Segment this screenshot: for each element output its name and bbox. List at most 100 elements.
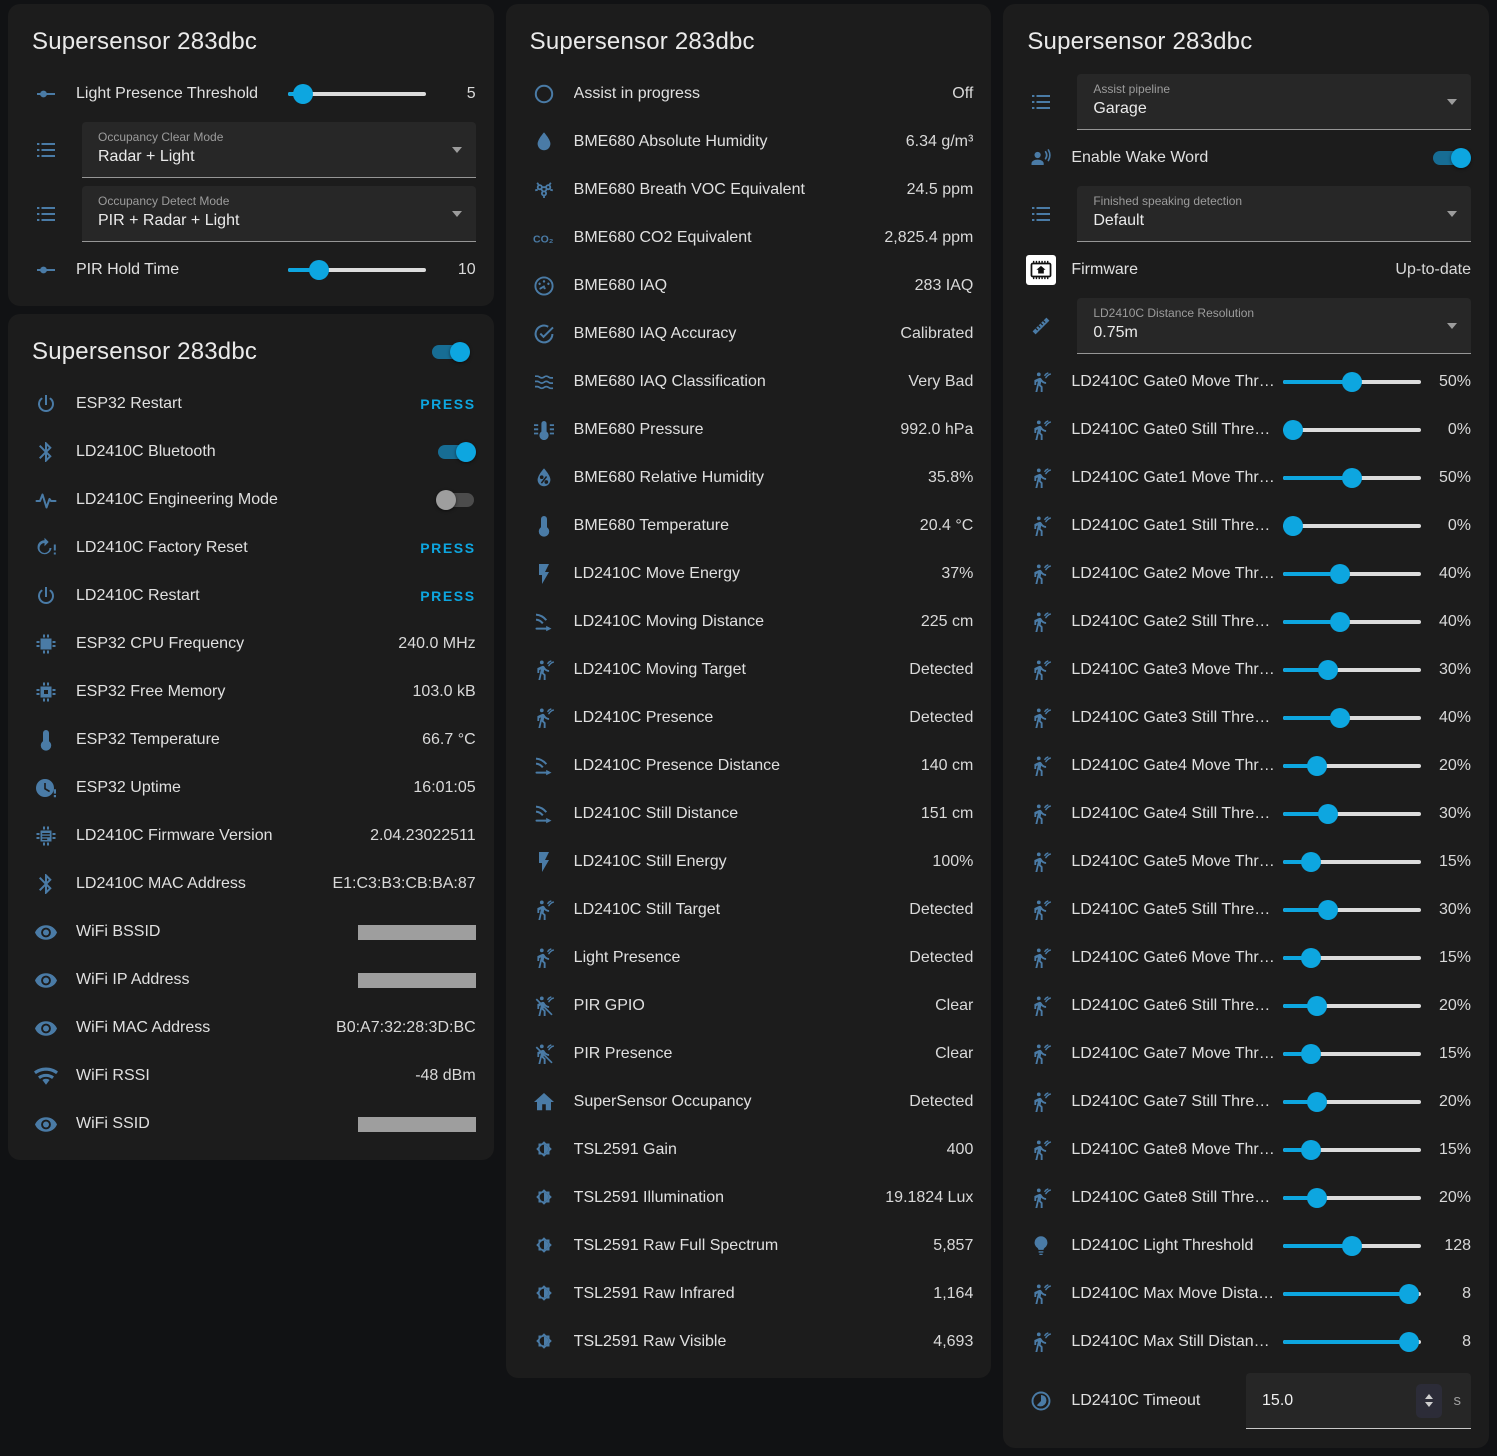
slider-knob[interactable]	[1283, 516, 1303, 536]
slider-knob[interactable]	[1330, 564, 1350, 584]
slider-ld2410c-gate2-move-thr[interactable]	[1283, 564, 1421, 584]
row-wifi-ip-address[interactable]: WiFi IP Address	[8, 956, 494, 1004]
row-ld2410c-still-distance[interactable]: LD2410C Still Distance151 cm	[506, 790, 992, 838]
press-button[interactable]: PRESS	[420, 588, 475, 604]
press-button[interactable]: PRESS	[420, 396, 475, 412]
slider-pir-hold-time[interactable]	[288, 260, 426, 280]
row-pir-presence[interactable]: PIR PresenceClear	[506, 1030, 992, 1078]
slider-ld2410c-gate5-still-thres[interactable]	[1283, 900, 1421, 920]
slider-ld2410c-light-threshold[interactable]	[1283, 1236, 1421, 1256]
row-tsl2591-raw-infrared[interactable]: TSL2591 Raw Infrared1,164	[506, 1270, 992, 1318]
slider-ld2410c-gate7-move-thr[interactable]	[1283, 1044, 1421, 1064]
row-esp32-temperature[interactable]: ESP32 Temperature66.7 °C	[8, 716, 494, 764]
row-wifi-bssid[interactable]: WiFi BSSID	[8, 908, 494, 956]
slider-ld2410c-gate5-move-thr[interactable]	[1283, 852, 1421, 872]
toggle-switch[interactable]	[436, 442, 476, 462]
press-button[interactable]: PRESS	[420, 540, 475, 556]
select-field-assist-pipeline[interactable]: Assist pipelineGarage	[1077, 74, 1471, 130]
row-bme680-iaq-classification[interactable]: BME680 IAQ ClassificationVery Bad	[506, 358, 992, 406]
row-bme680-iaq[interactable]: BME680 IAQ283 IAQ	[506, 262, 992, 310]
select-field-occupancy-detect-mode[interactable]: Occupancy Detect ModePIR + Radar + Light	[82, 186, 476, 242]
slider-ld2410c-gate0-still-thres[interactable]	[1283, 420, 1421, 440]
slider-ld2410c-gate2-still-thres[interactable]	[1283, 612, 1421, 632]
slider-ld2410c-gate6-still-thres[interactable]	[1283, 996, 1421, 1016]
row-bme680-absolute-humidity[interactable]: BME680 Absolute Humidity6.34 g/m³	[506, 118, 992, 166]
slider-knob[interactable]	[1330, 612, 1350, 632]
slider-ld2410c-gate1-still-thres[interactable]	[1283, 516, 1421, 536]
card-power-toggle[interactable]	[430, 342, 470, 362]
row-ld2410c-moving-distance[interactable]: LD2410C Moving Distance225 cm	[506, 598, 992, 646]
slider-ld2410c-gate8-move-thr[interactable]	[1283, 1140, 1421, 1160]
row-bme680-relative-humidity[interactable]: BME680 Relative Humidity35.8%	[506, 454, 992, 502]
slider-ld2410c-max-move-dista[interactable]	[1283, 1284, 1421, 1304]
slider-knob[interactable]	[1301, 1044, 1321, 1064]
slider-knob[interactable]	[1307, 1188, 1327, 1208]
slider-ld2410c-gate0-move-thr[interactable]	[1283, 372, 1421, 392]
slider-ld2410c-gate4-still-thres[interactable]	[1283, 804, 1421, 824]
row-tsl2591-raw-visible[interactable]: TSL2591 Raw Visible4,693	[506, 1318, 992, 1366]
row-tsl2591-illumination[interactable]: TSL2591 Illumination19.1824 Lux	[506, 1174, 992, 1222]
row-bme680-pressure[interactable]: BME680 Pressure992.0 hPa	[506, 406, 992, 454]
toggle-switch[interactable]	[436, 490, 476, 510]
slider-ld2410c-gate4-move-thr[interactable]	[1283, 756, 1421, 776]
slider-ld2410c-max-still-distanc[interactable]	[1283, 1332, 1421, 1352]
slider-knob[interactable]	[293, 84, 313, 104]
slider-knob[interactable]	[1318, 804, 1338, 824]
row-esp32-free-memory[interactable]: ESP32 Free Memory103.0 kB	[8, 668, 494, 716]
row-light-presence[interactable]: Light PresenceDetected	[506, 934, 992, 982]
select-field-finished-speaking-detection[interactable]: Finished speaking detectionDefault	[1077, 186, 1471, 242]
select-field-occupancy-clear-mode[interactable]: Occupancy Clear ModeRadar + Light	[82, 122, 476, 178]
row-bme680-temperature[interactable]: BME680 Temperature20.4 °C	[506, 502, 992, 550]
row-ld2410c-still-energy[interactable]: LD2410C Still Energy100%	[506, 838, 992, 886]
slider-knob[interactable]	[1330, 708, 1350, 728]
slider-knob[interactable]	[1318, 900, 1338, 920]
row-ld2410c-presence-distance[interactable]: LD2410C Presence Distance140 cm	[506, 742, 992, 790]
slider-knob[interactable]	[309, 260, 329, 280]
row-bme680-breath-voc-equivalent[interactable]: BME680 Breath VOC Equivalent24.5 ppm	[506, 166, 992, 214]
slider-knob[interactable]	[1301, 1140, 1321, 1160]
slider-ld2410c-gate3-still-thres[interactable]	[1283, 708, 1421, 728]
row-esp32-cpu-frequency[interactable]: ESP32 CPU Frequency240.0 MHz	[8, 620, 494, 668]
row-bme680-iaq-accuracy[interactable]: BME680 IAQ AccuracyCalibrated	[506, 310, 992, 358]
chevron-up-icon[interactable]	[1425, 1394, 1433, 1399]
slider-light-presence-threshold[interactable]	[288, 84, 426, 104]
row-ld2410c-still-target[interactable]: LD2410C Still TargetDetected	[506, 886, 992, 934]
slider-knob[interactable]	[1307, 1092, 1327, 1112]
slider-knob[interactable]	[1399, 1332, 1419, 1352]
slider-ld2410c-gate8-still-thres[interactable]	[1283, 1188, 1421, 1208]
slider-knob[interactable]	[1283, 420, 1303, 440]
chevron-down-icon[interactable]	[1425, 1402, 1433, 1407]
select-field-ld2410c-distance-resolution[interactable]: LD2410C Distance Resolution0.75m	[1077, 298, 1471, 354]
row-tsl2591-gain[interactable]: TSL2591 Gain400	[506, 1126, 992, 1174]
slider-knob[interactable]	[1342, 1236, 1362, 1256]
row-tsl2591-raw-full-spectrum[interactable]: TSL2591 Raw Full Spectrum5,857	[506, 1222, 992, 1270]
row-wifi-ssid[interactable]: WiFi SSID	[8, 1100, 494, 1148]
slider-knob[interactable]	[1307, 996, 1327, 1016]
slider-knob[interactable]	[1342, 372, 1362, 392]
row-ld2410c-presence[interactable]: LD2410C PresenceDetected	[506, 694, 992, 742]
toggle-switch[interactable]	[1431, 148, 1471, 168]
slider-ld2410c-gate6-move-thr[interactable]	[1283, 948, 1421, 968]
row-pir-gpio[interactable]: PIR GPIOClear	[506, 982, 992, 1030]
slider-knob[interactable]	[1301, 948, 1321, 968]
slider-knob[interactable]	[1342, 468, 1362, 488]
row-assist-in-progress[interactable]: Assist in progressOff	[506, 70, 992, 118]
row-ld2410c-mac-address[interactable]: LD2410C MAC AddressE1:C3:B3:CB:BA:87	[8, 860, 494, 908]
row-bme680-co2-equivalent[interactable]: CO₂BME680 CO2 Equivalent2,825.4 ppm	[506, 214, 992, 262]
slider-ld2410c-gate7-still-thres[interactable]	[1283, 1092, 1421, 1112]
slider-knob[interactable]	[1399, 1284, 1419, 1304]
slider-ld2410c-gate1-move-thr[interactable]	[1283, 468, 1421, 488]
slider-knob[interactable]	[1318, 660, 1338, 680]
number-input[interactable]: 15.0s	[1246, 1373, 1471, 1429]
row-esp32-uptime[interactable]: ESP32 Uptime16:01:05	[8, 764, 494, 812]
slider-ld2410c-gate3-move-thr[interactable]	[1283, 660, 1421, 680]
row-firmware[interactable]: FirmwareUp-to-date	[1003, 246, 1489, 294]
row-wifi-rssi[interactable]: WiFi RSSI-48 dBm	[8, 1052, 494, 1100]
row-supersensor-occupancy[interactable]: SuperSensor OccupancyDetected	[506, 1078, 992, 1126]
row-wifi-mac-address[interactable]: WiFi MAC AddressB0:A7:32:28:3D:BC	[8, 1004, 494, 1052]
slider-knob[interactable]	[1307, 756, 1327, 776]
slider-knob[interactable]	[1301, 852, 1321, 872]
row-ld2410c-firmware-version[interactable]: LD2410C Firmware Version2.04.23022511	[8, 812, 494, 860]
row-ld2410c-move-energy[interactable]: LD2410C Move Energy37%	[506, 550, 992, 598]
row-ld2410c-moving-target[interactable]: LD2410C Moving TargetDetected	[506, 646, 992, 694]
